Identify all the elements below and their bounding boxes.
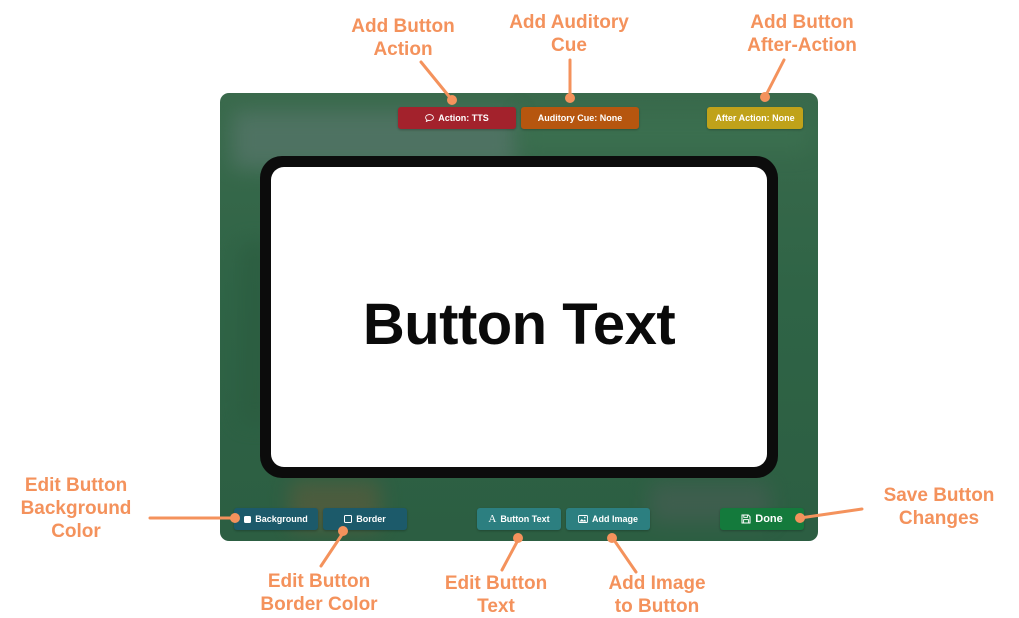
- callout-line: Background: [20, 498, 132, 519]
- callout-add-button-action: Add Button Action: [336, 15, 470, 61]
- callout-line: Add Auditory: [509, 12, 629, 33]
- callout-line: Edit Button: [267, 571, 371, 592]
- filled-square-icon: [244, 515, 252, 523]
- callout-edit-border-color: Edit Button Border Color: [244, 570, 394, 616]
- callout-edit-background-color: Edit Button Background Color: [8, 474, 144, 543]
- outline-square-icon: [344, 515, 353, 523]
- add-image-button-label: Add Image: [591, 514, 638, 524]
- button-preview-text: Button Text: [362, 291, 676, 357]
- callout-line: Edit Button: [444, 573, 548, 594]
- auditory-cue-button-label: Auditory Cue: None: [537, 113, 623, 123]
- callout-line: Changes: [898, 508, 980, 529]
- callout-line: Edit Button: [24, 475, 128, 496]
- border-color-button[interactable]: Border: [323, 508, 407, 530]
- callout-line: After-Action: [747, 35, 857, 56]
- background-button-label: Background: [255, 514, 308, 524]
- done-button-label: Done: [755, 513, 783, 525]
- letter-a-icon: A: [488, 513, 497, 525]
- speech-bubble-icon: [425, 114, 435, 122]
- save-disk-icon: [741, 514, 751, 524]
- callout-line: Text: [477, 596, 515, 617]
- border-button-label: Border: [356, 514, 386, 524]
- callout-line: Add Button: [351, 16, 455, 37]
- callout-add-auditory-cue: Add Auditory Cue: [494, 11, 644, 57]
- leader-image: [612, 538, 638, 574]
- auditory-cue-button[interactable]: Auditory Cue: None: [521, 107, 639, 129]
- callout-line: Save Button: [883, 485, 995, 506]
- button-preview[interactable]: Button Text: [271, 167, 767, 467]
- image-icon: [578, 515, 588, 523]
- action-button[interactable]: Action: TTS: [398, 107, 516, 129]
- after-action-button[interactable]: After Action: None: [707, 107, 803, 129]
- callout-line: Border Color: [260, 594, 378, 615]
- leader-after: [763, 58, 786, 99]
- after-action-button-label: After Action: None: [715, 113, 795, 123]
- button-preview-border[interactable]: Button Text: [260, 156, 778, 478]
- button-text-button-label: Button Text: [500, 514, 550, 524]
- callout-add-after-action: Add Button After-Action: [734, 11, 870, 57]
- action-button-label: Action: TTS: [438, 113, 489, 123]
- callout-line: Cue: [551, 35, 587, 56]
- callout-add-image: Add Image to Button: [592, 572, 722, 618]
- callout-line: Action: [373, 39, 433, 60]
- callout-line: to Button: [614, 596, 700, 617]
- callout-line: Add Button: [750, 12, 854, 33]
- background-color-button[interactable]: Background: [234, 508, 318, 530]
- add-image-button[interactable]: Add Image: [566, 508, 650, 530]
- callout-save-changes: Save Button Changes: [868, 484, 1010, 530]
- leader-text: [500, 538, 520, 572]
- button-editor-panel: Action: TTS Auditory Cue: None After Act…: [220, 93, 818, 541]
- done-button[interactable]: Done: [720, 508, 804, 530]
- callout-line: Add Image: [608, 573, 706, 594]
- callout-edit-button-text: Edit Button Text: [430, 572, 562, 618]
- button-text-button[interactable]: A Button Text: [477, 508, 561, 530]
- callout-line: Color: [51, 521, 101, 542]
